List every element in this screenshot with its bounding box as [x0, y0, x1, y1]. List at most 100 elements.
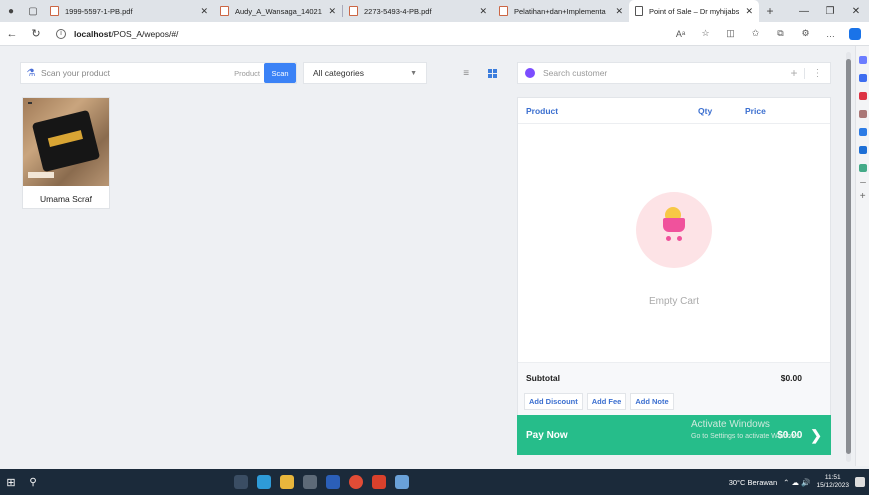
windows-start-icon[interactable]: ⊞ [0, 476, 22, 489]
category-selected-value: All categories [313, 68, 365, 78]
favorite-star-icon[interactable]: ☆ [693, 28, 718, 39]
cart-col-price: Price [745, 105, 766, 116]
word-icon[interactable] [326, 475, 340, 489]
read-aloud-icon[interactable]: Aᵃ [668, 29, 693, 39]
close-icon[interactable]: ✕ [200, 6, 208, 17]
clock-date: 15/12/2023 [816, 482, 849, 489]
search-icon[interactable] [858, 56, 867, 64]
clock[interactable]: 11:51 15/12/2023 [816, 474, 849, 490]
refresh-icon[interactable]: ↻ [24, 27, 48, 40]
product-search-input[interactable]: Scan your product [41, 68, 234, 78]
close-icon[interactable]: ✕ [745, 6, 753, 17]
taskbar-apps [234, 475, 409, 489]
close-icon[interactable]: ✕ [479, 6, 487, 17]
tray-icons[interactable]: ⌃ ☁ 🔊 [783, 478, 810, 487]
grid-view-icon[interactable] [487, 68, 497, 78]
list-view-icon[interactable]: ≡ [463, 68, 469, 79]
pdf-icon [349, 6, 358, 16]
browser-tab-4[interactable]: Pelatihan+dan+Implementa ✕ [493, 0, 629, 22]
subtotal-row: Subtotal $0.00 [518, 363, 830, 393]
sidebar-divider [859, 182, 866, 183]
tab-title: Pelatihan+dan+Implementa [514, 6, 606, 16]
info-icon[interactable]: i [56, 28, 66, 39]
restore-icon[interactable]: ❐ [817, 6, 843, 17]
product-image-tag [28, 102, 32, 104]
add-fee-button[interactable]: Add Fee [586, 393, 627, 410]
browser-toolbar: Aᵃ ☆ ◫ ✩ ⧉ ⚙ … [668, 27, 869, 40]
tab-actions-icon[interactable]: ▢ [22, 0, 44, 22]
collections-icon[interactable]: ⧉ [768, 28, 793, 39]
xampp-icon[interactable] [372, 475, 386, 489]
shopping-icon[interactable] [858, 92, 867, 100]
new-tab-button[interactable]: + [759, 0, 781, 22]
barcode-icon: ⚗ [26, 67, 36, 79]
browser-tab-active[interactable]: Point of Sale – Dr myhijabsh ✕ [629, 0, 759, 22]
back-icon[interactable]: ← [0, 28, 24, 40]
office-icon[interactable] [858, 146, 867, 154]
empty-cart-icon [636, 192, 712, 268]
cart-panel: Product Qty Price Empty Cart Subtotal $0… [517, 97, 831, 455]
subtotal-label: Subtotal [526, 373, 560, 383]
notification-icon[interactable] [855, 477, 865, 487]
product-image-label [28, 172, 54, 178]
tab-title: 2273-5493-4-PB.pdf [364, 6, 432, 16]
chevron-right-icon: ❯ [810, 426, 822, 443]
scan-button[interactable]: Scan [264, 63, 296, 83]
extensions-icon[interactable]: ⚙ [793, 28, 818, 39]
copilot-icon[interactable] [849, 27, 861, 40]
tools-icon[interactable] [858, 110, 867, 118]
cart-footer: Subtotal $0.00 Add Discount Add Fee Add … [518, 362, 830, 418]
search-icon[interactable]: ⚲ [22, 477, 44, 488]
subtotal-value: $0.00 [780, 373, 802, 383]
more-icon[interactable]: … [818, 29, 843, 39]
product-card[interactable]: Umama Scraf [22, 97, 110, 209]
cart-col-product: Product [526, 105, 559, 116]
pay-now-label: Pay Now [526, 429, 568, 441]
favorites-icon[interactable]: ✩ [743, 28, 768, 39]
page-scrollbar[interactable] [846, 52, 851, 462]
games-icon[interactable] [858, 128, 867, 136]
task-view-icon[interactable] [234, 475, 248, 489]
add-discount-button[interactable]: Add Discount [524, 393, 583, 410]
close-window-icon[interactable]: ✕ [843, 6, 869, 17]
pay-now-button[interactable]: Pay Now $0.00 ❯ [517, 415, 831, 455]
product-mode-label[interactable]: Product [234, 69, 260, 78]
edge-sidebar: + [855, 46, 869, 466]
copilot-icon[interactable] [858, 74, 867, 82]
window-controls: — ❐ ✕ [791, 6, 869, 17]
minimize-icon[interactable]: — [791, 6, 817, 17]
file-explorer-icon[interactable] [280, 475, 294, 489]
close-icon[interactable]: ✕ [328, 6, 336, 17]
browser-tab-3[interactable]: 2273-5493-4-PB.pdf ✕ [343, 0, 493, 22]
vscode-icon[interactable] [395, 475, 409, 489]
chevron-down-icon: ▼ [410, 69, 417, 77]
split-screen-icon[interactable]: ◫ [718, 28, 743, 39]
customer-search-bar: Search customer + ⋮ [517, 62, 831, 84]
terminal-icon[interactable] [303, 475, 317, 489]
add-note-button[interactable]: Add Note [630, 393, 674, 410]
profile-icon[interactable]: ● [0, 0, 22, 22]
browser-tab-1[interactable]: 1999-5597-1-PB.pdf ✕ [44, 0, 214, 22]
empty-cart-area: Empty Cart [518, 124, 830, 360]
browser-tab-2[interactable]: Audy_A_Wansaga_1402110 ✕ [214, 0, 342, 22]
chrome-icon[interactable] [349, 475, 363, 489]
product-search-bar: ⚗ Scan your product Product Scan [20, 62, 297, 84]
product-name: Umama Scraf [40, 194, 92, 204]
pay-total: $0.00 [777, 429, 803, 441]
page-icon [635, 6, 643, 16]
more-options-icon[interactable]: ⋮ [804, 67, 830, 79]
tab-title: Audy_A_Wansaga_1402110 [235, 6, 323, 16]
tab-title: 1999-5597-1-PB.pdf [65, 6, 133, 16]
outlook-icon[interactable] [858, 164, 867, 172]
weather-text[interactable]: 30°C Berawan [729, 478, 777, 487]
close-icon[interactable]: ✕ [615, 6, 623, 17]
edge-icon[interactable] [257, 475, 271, 489]
product-image [23, 98, 109, 186]
cart-col-qty: Qty [698, 105, 713, 116]
category-select[interactable]: All categories ▼ [303, 62, 427, 84]
add-customer-icon[interactable]: + [784, 66, 804, 80]
customer-search-input[interactable]: Search customer [543, 68, 784, 78]
add-sidebar-icon[interactable]: + [859, 192, 867, 202]
url-field[interactable]: i localhost/POS_A/wepos/#/ [56, 28, 178, 39]
pdf-icon [220, 6, 229, 16]
